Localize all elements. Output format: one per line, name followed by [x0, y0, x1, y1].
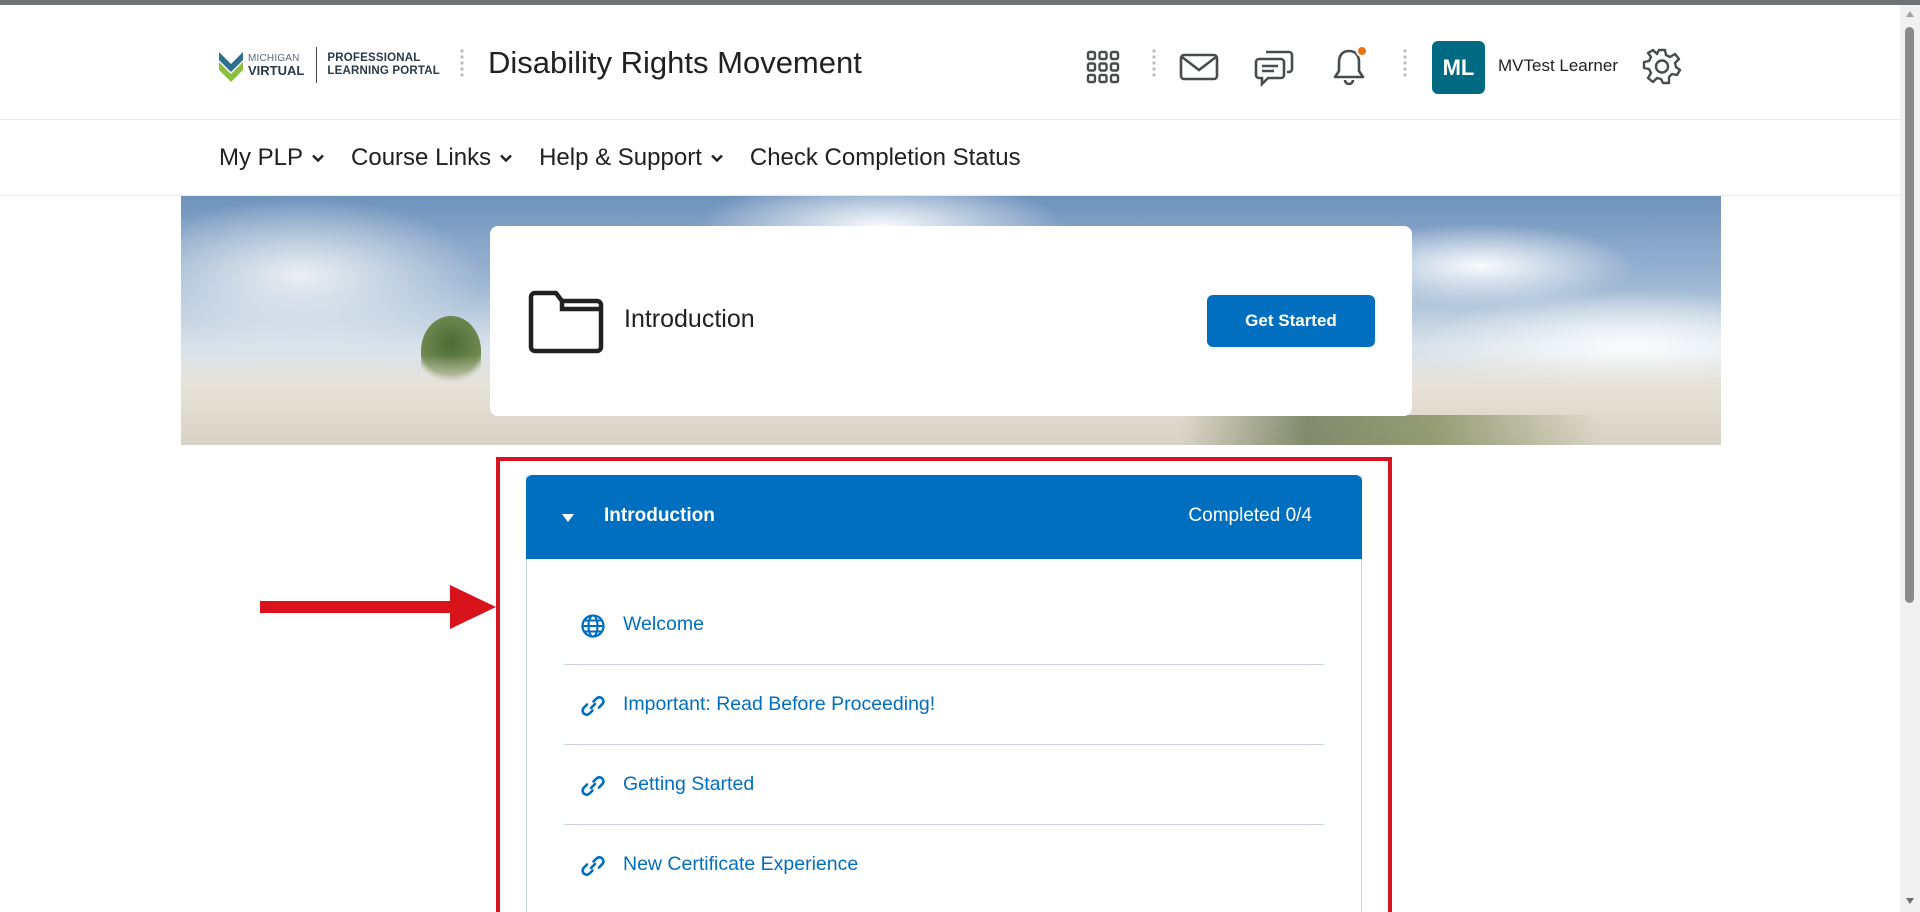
user-name[interactable]: MVTest Learner [1498, 56, 1618, 76]
header-divider [1403, 48, 1407, 78]
highlight-box [496, 457, 1392, 912]
logo-brand: MICHIGAN VIRTUAL [248, 53, 304, 77]
mail-icon-svg [1179, 53, 1219, 81]
arrow-right-icon [260, 585, 496, 629]
course-title[interactable]: Disability Rights Movement [488, 45, 862, 81]
page-scrollbar[interactable] [1900, 5, 1920, 912]
gear-icon-svg [1642, 48, 1682, 85]
chat-icon-svg [1254, 50, 1294, 87]
logo-brand-line2: VIRTUAL [248, 63, 305, 78]
nav-item-check-completion[interactable]: Check Completion Status [750, 142, 1021, 174]
grid-icon-svg [1086, 50, 1120, 84]
get-started-button[interactable]: Get Started [1207, 295, 1375, 347]
banner-cliff [1181, 415, 1601, 445]
mail-icon[interactable] [1177, 45, 1221, 89]
notification-dot [1356, 45, 1368, 57]
grid-icon[interactable] [1081, 45, 1125, 89]
michigan-virtual-logo[interactable]: MICHIGAN VIRTUAL PROFESSIONAL LEARNING P… [217, 45, 440, 85]
header-divider [460, 48, 464, 78]
chevron-down-icon [312, 154, 324, 163]
course-nav: My PLP Course Links Help & Support Check… [0, 120, 1900, 196]
logo-divider [316, 47, 318, 83]
nav-item-label: Course Links [351, 144, 492, 171]
scroll-thumb[interactable] [1905, 27, 1914, 603]
chat-icon[interactable] [1252, 45, 1296, 89]
nav-item-course-links[interactable]: Course Links [351, 142, 513, 174]
gear-icon[interactable] [1640, 45, 1684, 89]
intro-card: Introduction Get Started [490, 226, 1412, 416]
logo-portal-text: PROFESSIONAL LEARNING PORTAL [327, 52, 440, 78]
header: MICHIGAN VIRTUAL PROFESSIONAL LEARNING P… [0, 5, 1900, 120]
nav-item-help-support[interactable]: Help & Support [539, 142, 724, 174]
avatar[interactable]: ML [1432, 41, 1485, 94]
intro-card-title: Introduction [624, 305, 755, 333]
header-divider [1152, 48, 1156, 78]
nav-items: My PLP Course Links Help & Support Check… [219, 142, 1047, 174]
logo-portal-line2: LEARNING PORTAL [327, 65, 441, 77]
nav-item-label: My PLP [219, 144, 304, 171]
nav-item-label: Help & Support [539, 144, 702, 171]
scroll-up-arrow-icon[interactable] [1906, 11, 1914, 17]
logo-mark-icon [219, 52, 243, 82]
folder-icon [528, 290, 604, 354]
nav-item-my-plp[interactable]: My PLP [219, 142, 325, 174]
chevron-down-icon [711, 154, 723, 163]
nav-item-label: Check Completion Status [749, 144, 1021, 171]
logo-portal-line1: PROFESSIONAL [327, 52, 421, 64]
chevron-down-icon [500, 154, 512, 163]
scroll-down-arrow-icon[interactable] [1906, 898, 1914, 904]
